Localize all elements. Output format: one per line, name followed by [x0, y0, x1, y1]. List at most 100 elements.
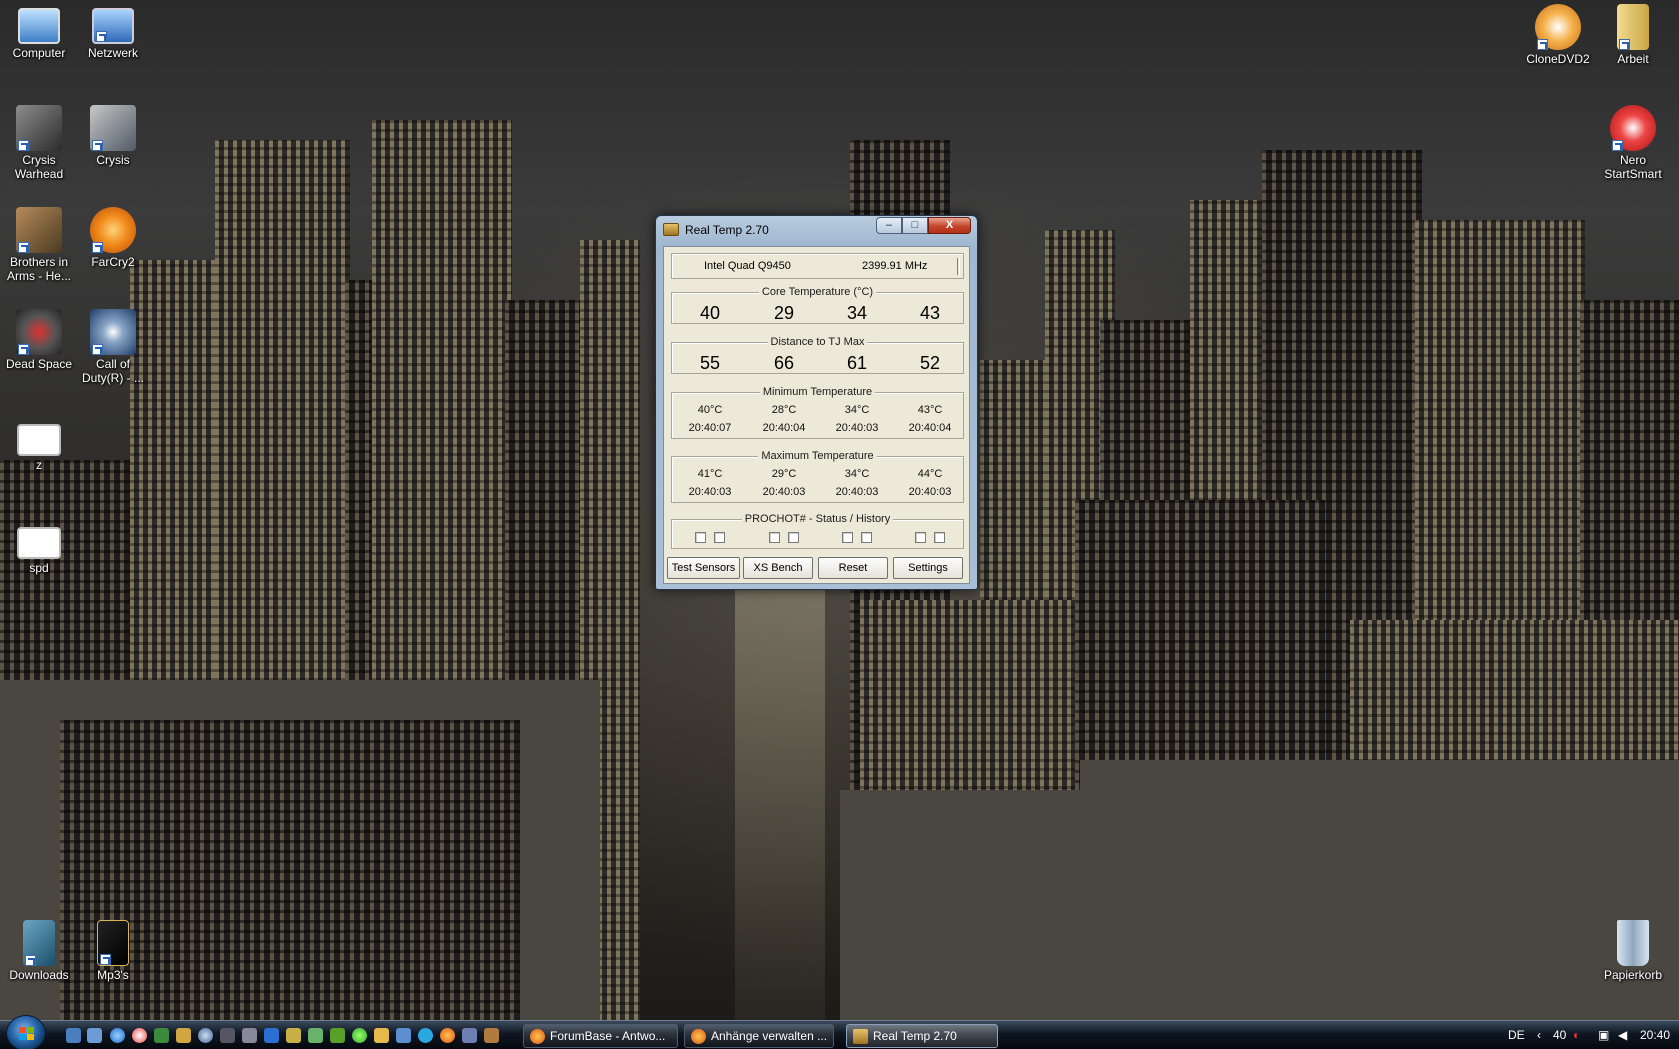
windows-logo-icon	[19, 1027, 35, 1041]
min-temp-value: 40°C	[697, 404, 723, 416]
antivirus-icon[interactable]: ◐	[1573, 1021, 1580, 1049]
cpu-name: Intel Quad Q9450	[704, 260, 791, 272]
desktop-icon-dead-space[interactable]: Dead Space	[0, 309, 78, 371]
prochot-status-checkbox[interactable]	[842, 532, 853, 543]
min-temperature-label: Minimum Temperature	[672, 386, 963, 398]
desktop-icon-nero[interactable]: Nero StartSmart	[1594, 105, 1672, 181]
show-desktop-icon[interactable]	[66, 1028, 81, 1043]
desktop-icon-farcry2[interactable]: FarCry2	[74, 207, 152, 269]
desktop-icon-label: Crysis Warhead	[14, 153, 64, 181]
utility-icon[interactable]	[176, 1028, 191, 1043]
desktop-icon-downloads[interactable]: Downloads	[0, 920, 78, 982]
desktop-icon-z[interactable]: z	[0, 424, 78, 472]
cpu-frequency: 2399.91 MHz	[862, 260, 928, 272]
window-titlebar[interactable]: Real Temp 2.70 – □ X	[656, 216, 977, 242]
call-of-duty-icon	[90, 309, 136, 355]
max-temp-value: 29°C	[771, 468, 797, 480]
desktop-icon-brothers-in-arms[interactable]: Brothers in Arms - He...	[0, 207, 78, 283]
panel-grip	[957, 258, 960, 275]
desktop-icon-call-of-duty[interactable]: Call of Duty(R) - ...	[74, 309, 152, 385]
prochot-status-checkbox[interactable]	[695, 532, 706, 543]
game-icon[interactable]	[330, 1028, 345, 1043]
crysis-warhead-icon	[16, 105, 62, 151]
prochot-status-checkbox[interactable]	[769, 532, 780, 543]
real-temp-app-icon	[663, 223, 679, 236]
xs-bench-button[interactable]: XS Bench	[743, 557, 813, 579]
icq-icon[interactable]	[352, 1028, 367, 1043]
downloads-folder-icon	[23, 920, 55, 966]
clock[interactable]: 20:40	[1640, 1021, 1670, 1049]
desktop-icon-label: Computer	[12, 46, 66, 60]
taskbar: ForumBase - Antwo... Anhänge verwalten .…	[0, 1015, 1679, 1049]
desktop-icon-papierkorb[interactable]: Papierkorb	[1594, 920, 1672, 982]
real-temp-window[interactable]: Real Temp 2.70 – □ X Intel Quad Q9450 23…	[655, 215, 978, 590]
firefox-icon	[691, 1029, 706, 1044]
desktop-icon-crysis-warhead[interactable]: Crysis Warhead	[0, 105, 78, 181]
desktop-icon-label: spd	[29, 561, 49, 575]
desktop-icon-label: Arbeit	[1617, 52, 1649, 66]
prochot-history-checkbox[interactable]	[788, 532, 799, 543]
desktop-icon-arbeit[interactable]: Arbeit	[1594, 4, 1672, 66]
reset-button[interactable]: Reset	[818, 557, 888, 579]
prochot-history-checkbox[interactable]	[714, 532, 725, 543]
core-temp-value: 29	[773, 303, 795, 323]
min-temp-time: 20:40:04	[762, 422, 806, 434]
volume-icon[interactable]: ◀	[1618, 1021, 1627, 1049]
network-icon[interactable]	[308, 1028, 323, 1043]
globe-icon[interactable]	[198, 1028, 213, 1043]
messenger-icon[interactable]	[374, 1028, 389, 1043]
firefox-icon[interactable]	[440, 1028, 455, 1043]
tool-icon[interactable]	[286, 1028, 301, 1043]
start-button[interactable]	[6, 1015, 46, 1049]
crysis-icon	[90, 105, 136, 151]
desktop-icon-netzwerk[interactable]: Netzwerk	[74, 4, 152, 60]
skype-icon[interactable]	[418, 1028, 433, 1043]
core-temperature-label: Core Temperature (°C)	[672, 286, 963, 298]
taskbar-item-real-temp[interactable]: Real Temp 2.70	[846, 1024, 998, 1048]
search-icon[interactable]	[396, 1028, 411, 1043]
arrow-icon[interactable]	[264, 1028, 279, 1043]
internet-explorer-icon[interactable]	[110, 1028, 125, 1043]
min-temp-value: 43°C	[917, 404, 943, 416]
real-temp-app-icon	[853, 1029, 868, 1044]
tray-temperature[interactable]: 40	[1553, 1021, 1566, 1049]
desktop-icon-label: CloneDVD2	[1526, 52, 1590, 66]
brothers-in-arms-icon	[16, 207, 62, 253]
taskbar-item-forumbase[interactable]: ForumBase - Antwo...	[523, 1024, 678, 1048]
close-button[interactable]: X	[928, 217, 971, 234]
language-indicator[interactable]: DE	[1508, 1021, 1525, 1049]
prochot-status-checkbox[interactable]	[915, 532, 926, 543]
desktop-icon-mp3s[interactable]: Mp3's	[74, 920, 152, 982]
core-temperature-panel: Core Temperature (°C) 40 29 34 43	[671, 286, 964, 324]
desktop-icon-label: Brothers in Arms - He...	[6, 255, 71, 283]
desktop-icon-spd[interactable]: spd	[0, 527, 78, 575]
tj-max-value: 52	[919, 353, 941, 373]
desktop-icon-computer[interactable]: Computer	[0, 4, 78, 60]
app-launcher-icon[interactable]	[154, 1028, 169, 1043]
image-file-icon	[17, 527, 61, 559]
gimp-icon[interactable]	[484, 1028, 499, 1043]
maximize-button[interactable]: □	[902, 217, 928, 234]
headset-icon[interactable]	[242, 1028, 257, 1043]
desktop-icon-crysis[interactable]: Crysis	[74, 105, 152, 167]
media-player-icon[interactable]	[132, 1028, 147, 1043]
network-tray-icon[interactable]: ▣	[1598, 1021, 1609, 1049]
min-temp-time: 20:40:04	[908, 422, 952, 434]
core-temp-value: 40	[699, 303, 721, 323]
taskbar-item-anhaenge[interactable]: Anhänge verwalten ...	[684, 1024, 834, 1048]
prochot-history-checkbox[interactable]	[934, 532, 945, 543]
max-temp-value: 34°C	[844, 468, 870, 480]
desktop-icon-label: Papierkorb	[1603, 968, 1663, 982]
tray-expand-icon[interactable]: ‹	[1537, 1021, 1541, 1049]
test-sensors-button[interactable]: Test Sensors	[667, 557, 740, 579]
minimize-button[interactable]: –	[876, 217, 902, 234]
switch-windows-icon[interactable]	[87, 1028, 102, 1043]
max-temp-time: 20:40:03	[688, 486, 732, 498]
steam-icon[interactable]	[220, 1028, 235, 1043]
clonedvd2-icon	[1535, 4, 1581, 50]
desktop-icon-label: Downloads	[9, 968, 69, 982]
calendar-icon[interactable]	[462, 1028, 477, 1043]
desktop-icon-clonedvd2[interactable]: CloneDVD2	[1519, 4, 1597, 66]
settings-button[interactable]: Settings	[893, 557, 963, 579]
prochot-history-checkbox[interactable]	[861, 532, 872, 543]
